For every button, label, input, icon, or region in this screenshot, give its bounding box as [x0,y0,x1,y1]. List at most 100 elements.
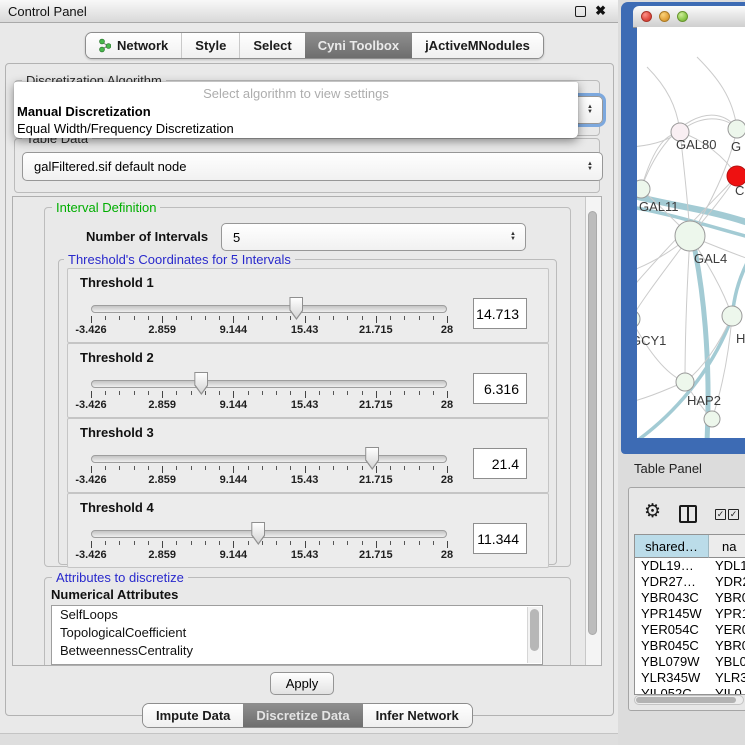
cell-shared-name[interactable]: YDL19… [635,558,709,574]
slider-tick-label: 28 [441,474,453,486]
dropdown-item-manual-discretization[interactable]: Manual Discretization [14,103,578,120]
close-traffic-light-icon[interactable] [641,11,652,22]
minimize-traffic-light-icon[interactable] [659,11,670,22]
threshold-1-value[interactable]: 14.713 [473,298,527,329]
close-icon[interactable]: ✖ [595,6,606,16]
slider-tick-label: 9.144 [220,549,248,561]
table-row[interactable]: YBR043CYBR0 [635,590,745,606]
cell-name[interactable]: YDR2 [709,574,745,590]
cell-shared-name[interactable]: YPR145W [635,606,709,622]
tab-impute-data[interactable]: Impute Data [143,704,243,727]
network-node[interactable] [675,221,705,251]
cell-shared-name[interactable]: YIL052C [635,686,709,695]
threshold-3-slider[interactable]: -3.4262.8599.14415.4321.71528 [91,419,447,492]
threshold-3-value[interactable]: 21.4 [473,448,527,479]
tab-infer-network[interactable]: Infer Network [363,704,472,727]
slider-tick [91,541,92,548]
float-window-icon[interactable] [575,6,586,17]
table-row[interactable]: YLR345WYLR3 [635,670,745,686]
slider-track[interactable] [91,530,447,538]
slider-tick [162,316,163,323]
attributes-list-scrollbar[interactable] [527,607,541,663]
threshold-2-panel: Threshold 2 -3.4262.8599.14415.4321.7152… [67,343,549,418]
tab-discretize-data[interactable]: Discretize Data [243,704,362,727]
slider-track[interactable] [91,455,447,463]
threshold-1-panel: Threshold 1 -3.4262.8599.14415.4321.7152… [67,268,549,343]
slider-track[interactable] [91,305,447,313]
threshold-1-slider[interactable]: -3.4262.8599.14415.4321.71528 [91,269,447,342]
attributes-group-label: Attributes to discretize [52,570,188,585]
slider-tick-label: -3.426 [75,399,106,411]
application: Control Panel ✖ Network Style [0,0,745,745]
network-node[interactable] [637,180,650,198]
slider-tick-label: -3.426 [75,549,106,561]
slider-handle[interactable] [365,447,379,470]
threshold-2-value[interactable]: 6.316 [473,373,527,404]
table-row[interactable]: YBL079WYBL0 [635,654,745,670]
column-header-shared-name[interactable]: shared… [635,535,709,558]
cell-shared-name[interactable]: YER054C [635,622,709,638]
attribute-list-item[interactable]: TopologicalCoefficient [52,624,542,642]
threshold-4-slider[interactable]: -3.4262.8599.14415.4321.71528 [91,494,447,567]
network-node[interactable] [637,310,640,328]
slider-handle[interactable] [251,522,265,545]
cell-name[interactable]: YIL0 [709,686,745,695]
number-of-intervals-select[interactable]: 5 ▲▼ [221,223,526,251]
slider-tick [419,466,420,470]
network-node[interactable] [728,120,745,138]
slider-handle[interactable] [289,297,303,320]
tab-network[interactable]: Network [86,33,181,58]
tab-jactivemnodules[interactable]: jActiveMNodules [412,33,543,58]
tab-select[interactable]: Select [239,33,304,58]
tab-cyni-toolbox[interactable]: Cyni Toolbox [305,33,412,58]
cell-name[interactable]: YLR3 [709,670,745,686]
table-data-select[interactable]: galFiltered.sif default node ▲▼ [22,152,603,181]
network-node[interactable] [722,306,742,326]
apply-button[interactable]: Apply [270,672,334,695]
attribute-list-item[interactable]: SelfLoops [52,606,542,624]
slider-tick [205,466,206,470]
cell-name[interactable]: YBR0 [709,638,745,654]
slider-tick [219,466,220,470]
zoom-traffic-light-icon[interactable] [677,11,688,22]
network-node[interactable] [704,411,720,427]
slider-tick [91,391,92,398]
slider-tick [262,466,263,470]
table-horizontal-scrollbar[interactable] [634,695,744,705]
table-row[interactable]: YBR045CYBR0 [635,638,745,654]
network-canvas[interactable]: GAL80GCGAL11GAL4GCY1HHAP2 [637,27,745,438]
table-row[interactable]: YIL052CYIL0 [635,686,745,695]
slider-tick-label: 21.715 [359,474,393,486]
table-row[interactable]: YER054CYER0 [635,622,745,638]
cell-name[interactable]: YPR1 [709,606,745,622]
cell-shared-name[interactable]: YDR27… [635,574,709,590]
cell-name[interactable]: YBR0 [709,590,745,606]
tab-style[interactable]: Style [181,33,239,58]
dropdown-item-equal-width-frequency[interactable]: Equal Width/Frequency Discretization [14,120,578,137]
threshold-2-slider[interactable]: -3.4262.8599.14415.4321.71528 [91,344,447,417]
threshold-4-value[interactable]: 11.344 [473,523,527,554]
cell-shared-name[interactable]: YBR043C [635,590,709,606]
table-row[interactable]: YDL19…YDL1 [635,558,745,574]
checkbox-icon[interactable]: ✓ [715,509,726,520]
network-node-label: GAL80 [676,137,716,152]
cell-name[interactable]: YBL0 [709,654,745,670]
table-row[interactable]: YPR145WYPR1 [635,606,745,622]
cell-name[interactable]: YER0 [709,622,745,638]
slider-tick [404,466,405,470]
table-row[interactable]: YDR27…YDR2 [635,574,745,590]
settings-scrollbar[interactable] [585,197,601,665]
cell-shared-name[interactable]: YBR045C [635,638,709,654]
cell-name[interactable]: YDL1 [709,558,745,574]
column-layout-icon[interactable] [679,505,697,523]
attribute-list-item[interactable]: BetweennessCentrality [52,642,542,660]
column-header-name[interactable]: na [709,535,745,558]
gear-icon[interactable]: ⚙ [644,502,661,521]
cell-shared-name[interactable]: YBL079W [635,654,709,670]
slider-track[interactable] [91,380,447,388]
slider-handle[interactable] [194,372,208,395]
network-node-label: GCY1 [637,333,666,348]
cell-shared-name[interactable]: YLR345W [635,670,709,686]
network-node[interactable] [676,373,694,391]
checkbox-icon[interactable]: ✓ [728,509,739,520]
